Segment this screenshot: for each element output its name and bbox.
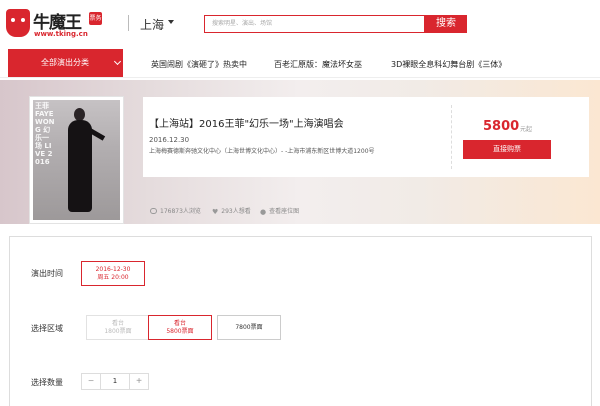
poster-text: 王菲 FAYE WONG 幻乐一场 LIVE 2016 — [35, 102, 55, 166]
caret-down-icon[interactable] — [168, 20, 174, 24]
decrement-button[interactable]: − — [82, 374, 100, 389]
quantity-label: 选择数量 — [31, 378, 63, 387]
time-option-sub: 周五 20:00 — [97, 273, 129, 281]
increment-button[interactable]: + — [130, 374, 148, 389]
area-option-line1: 看台 — [173, 319, 186, 327]
singer-figure — [65, 108, 106, 212]
logo[interactable]: 牛魔王 票务 www.tking.cn — [6, 7, 102, 41]
page: 牛魔王 票务 www.tking.cn 上海 搜索 全部演出分类 英国闹剧《演砸… — [0, 0, 600, 406]
time-option[interactable]: 2016-12-30 周五 20:00 — [81, 261, 145, 286]
all-categories-label: 全部演出分类 — [41, 58, 89, 67]
area-option-line1: 看台 — [111, 319, 124, 327]
time-option-date: 2016-12-30 — [95, 265, 131, 273]
area-option[interactable]: 看台 1800票面 — [86, 315, 150, 340]
category-nav: 全部演出分类 英国闹剧《演砸了》热卖中 百老汇原版：魔法坏女巫 3D裸眼全息科幻… — [0, 48, 600, 78]
bull-logo-icon — [6, 9, 30, 37]
eye-icon — [150, 208, 157, 214]
chevron-down-icon — [113, 57, 122, 66]
nav-link[interactable]: 英国闹剧《演砸了》热卖中 — [151, 59, 247, 70]
seat-map-label: 查看座位图 — [269, 208, 300, 215]
show-info-card: 【上海站】2016王菲"幻乐一场"上海演唱会 2016.12.30 上海梅赛德斯… — [143, 97, 589, 177]
poster-image: 王菲 FAYE WONG 幻乐一场 LIVE 2016 — [33, 100, 120, 220]
quantity-value[interactable]: 1 — [100, 374, 130, 389]
show-venue: 上海梅赛德斯奔驰文化中心（上海世博文化中心）- -上海市浦东新区世博大道1200… — [149, 148, 375, 155]
nav-link[interactable]: 百老汇原版：魔法坏女巫 — [274, 59, 362, 70]
all-categories-button[interactable]: 全部演出分类 — [8, 49, 123, 77]
area-option-line1: 7800票面 — [235, 323, 263, 331]
location-pin-icon: ● — [260, 208, 267, 216]
show-date: 2016.12.30 — [149, 136, 190, 144]
header: 牛魔王 票务 www.tking.cn 上海 搜索 — [0, 0, 600, 48]
logo-tag: 票务 — [89, 12, 102, 25]
buy-now-button[interactable]: 直接购票 — [463, 140, 551, 159]
show-title: 【上海站】2016王菲"幻乐一场"上海演唱会 — [149, 119, 344, 130]
logo-url: www.tking.cn — [34, 30, 88, 38]
wants-stat[interactable]: ♥ 293人想看 — [212, 206, 251, 216]
views-stat: 176873人浏览 — [150, 206, 201, 215]
area-option[interactable]: 7800票面 — [217, 315, 281, 340]
wants-count: 293人想看 — [221, 208, 251, 215]
area-option[interactable]: 看台 5800票面 — [148, 315, 212, 340]
heart-icon: ♥ — [212, 208, 219, 216]
search-box — [204, 15, 425, 33]
area-label: 选择区域 — [31, 324, 63, 333]
area-option-line2: 1800票面 — [104, 327, 132, 335]
quantity-stepper: − 1 + — [81, 373, 149, 390]
time-label: 演出时间 — [31, 269, 63, 278]
search-button[interactable]: 搜索 — [425, 15, 467, 33]
search-input[interactable] — [205, 16, 424, 32]
price-unit: 元起 — [520, 126, 533, 133]
city-selector[interactable]: 上海 — [140, 16, 164, 33]
seat-map-link[interactable]: ● 查看座位图 — [260, 206, 300, 216]
area-option-line2: 5800票面 — [166, 327, 194, 335]
show-poster[interactable]: 王菲 FAYE WONG 幻乐一场 LIVE 2016 — [29, 96, 124, 224]
show-price: 5800 — [483, 119, 520, 134]
views-count: 176873人浏览 — [160, 208, 201, 215]
header-divider — [128, 15, 129, 31]
nav-link[interactable]: 3D裸眼全息科幻舞台剧《三体》 — [391, 59, 506, 70]
